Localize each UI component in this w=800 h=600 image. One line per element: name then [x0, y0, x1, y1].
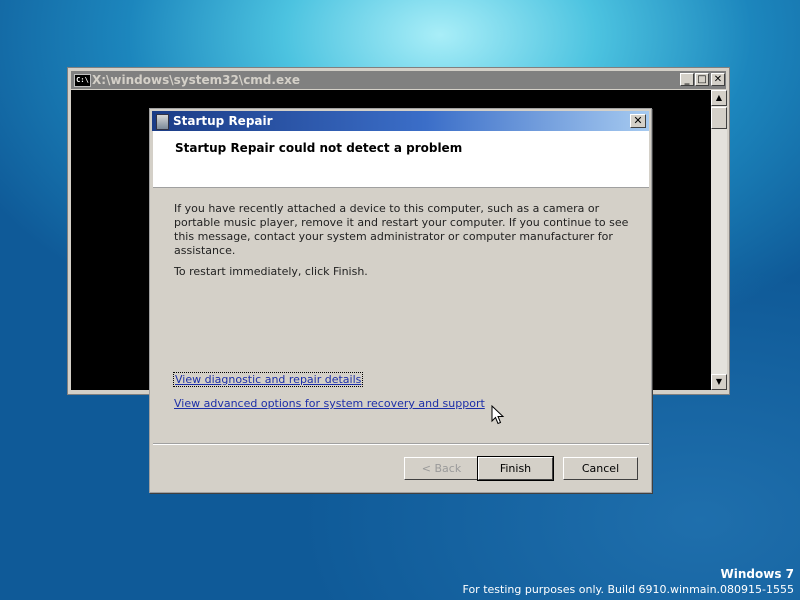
scroll-up-button[interactable]: ▲	[711, 90, 727, 106]
finish-button[interactable]: Finish	[477, 456, 554, 481]
view-advanced-options-link[interactable]: View advanced options for system recover…	[174, 397, 485, 410]
cmd-titlebar[interactable]: C:\ X:\windows\system32\cmd.exe _ □ ✕	[71, 71, 726, 89]
dialog-title: Startup Repair	[173, 114, 273, 128]
button-separator	[153, 443, 649, 445]
startup-repair-icon	[156, 114, 169, 130]
back-button[interactable]: < Back	[404, 457, 479, 480]
cmd-close-button[interactable]: ✕	[711, 73, 725, 86]
os-watermark: Windows 7 For testing purposes only. Bui…	[463, 567, 794, 597]
cmd-scrollbar[interactable]: ▲ ▼	[711, 90, 727, 390]
cancel-button[interactable]: Cancel	[563, 457, 638, 480]
dialog-close-button[interactable]: ✕	[630, 114, 646, 128]
cmd-title: X:\windows\system32\cmd.exe	[92, 73, 300, 87]
maximize-button[interactable]: □	[695, 73, 709, 86]
scroll-down-button[interactable]: ▼	[711, 374, 727, 390]
minimize-button[interactable]: _	[680, 73, 694, 86]
view-diagnostic-details-link[interactable]: View diagnostic and repair details	[173, 372, 364, 387]
os-name: Windows 7	[720, 567, 794, 581]
finish-hint: To restart immediately, click Finish.	[174, 265, 368, 278]
dialog-titlebar[interactable]: Startup Repair ✕	[152, 111, 649, 131]
build-info: For testing purposes only. Build 6910.wi…	[462, 583, 794, 596]
dialog-header: Startup Repair could not detect a proble…	[153, 131, 649, 188]
mouse-pointer-icon	[491, 405, 505, 425]
scroll-thumb[interactable]	[711, 107, 727, 129]
startup-repair-dialog: Startup Repair ✕ Startup Repair could no…	[149, 108, 652, 493]
dialog-heading: Startup Repair could not detect a proble…	[175, 141, 463, 155]
dialog-message: If you have recently attached a device t…	[174, 202, 629, 257]
console-icon: C:\	[74, 74, 91, 87]
